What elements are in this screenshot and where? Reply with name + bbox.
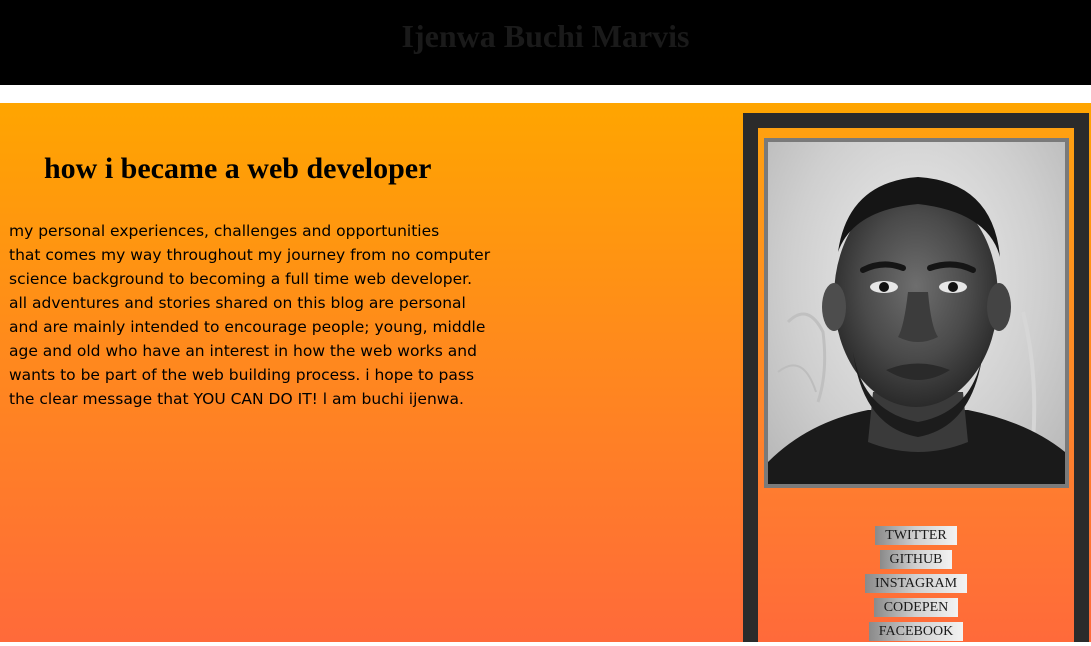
- profile-card: TWITTER GITHUB INSTAGRAM CODEPEN FACEBOO…: [758, 128, 1074, 642]
- portrait-image: [768, 177, 1065, 484]
- intro-line: science background to becoming a full ti…: [9, 270, 473, 288]
- intro-line: wants to be part of the web building pro…: [9, 366, 475, 384]
- profile-photo: [768, 142, 1065, 484]
- intro-line: and are mainly intended to encourage peo…: [9, 318, 486, 336]
- social-links: TWITTER GITHUB INSTAGRAM CODEPEN FACEBOO…: [758, 526, 1074, 646]
- github-link[interactable]: GITHUB: [879, 550, 953, 569]
- intro-line: age and old who have an interest in how …: [9, 342, 477, 360]
- site-header: Ijenwa Buchi Marvis: [0, 0, 1091, 85]
- main-content: how i became a web developer my personal…: [0, 103, 1091, 642]
- profile-photo-frame: [764, 138, 1069, 488]
- intro-line: the clear message that YOU CAN DO IT! l …: [9, 390, 464, 408]
- blog-heading: how i became a web developer: [44, 152, 432, 185]
- site-title: Ijenwa Buchi Marvis: [401, 18, 690, 54]
- intro-line: that comes my way throughout my journey …: [9, 246, 491, 264]
- intro-line: all adventures and stories shared on thi…: [9, 294, 466, 312]
- intro-line: my personal experiences, challenges and …: [9, 222, 440, 240]
- twitter-link[interactable]: TWITTER: [875, 526, 957, 545]
- blog-intro: my personal experiences, challenges and …: [9, 219, 509, 411]
- profile-sidebar: TWITTER GITHUB INSTAGRAM CODEPEN FACEBOO…: [743, 113, 1089, 642]
- instagram-link[interactable]: INSTAGRAM: [864, 574, 968, 593]
- facebook-link[interactable]: FACEBOOK: [868, 622, 964, 641]
- codepen-link[interactable]: CODEPEN: [873, 598, 959, 617]
